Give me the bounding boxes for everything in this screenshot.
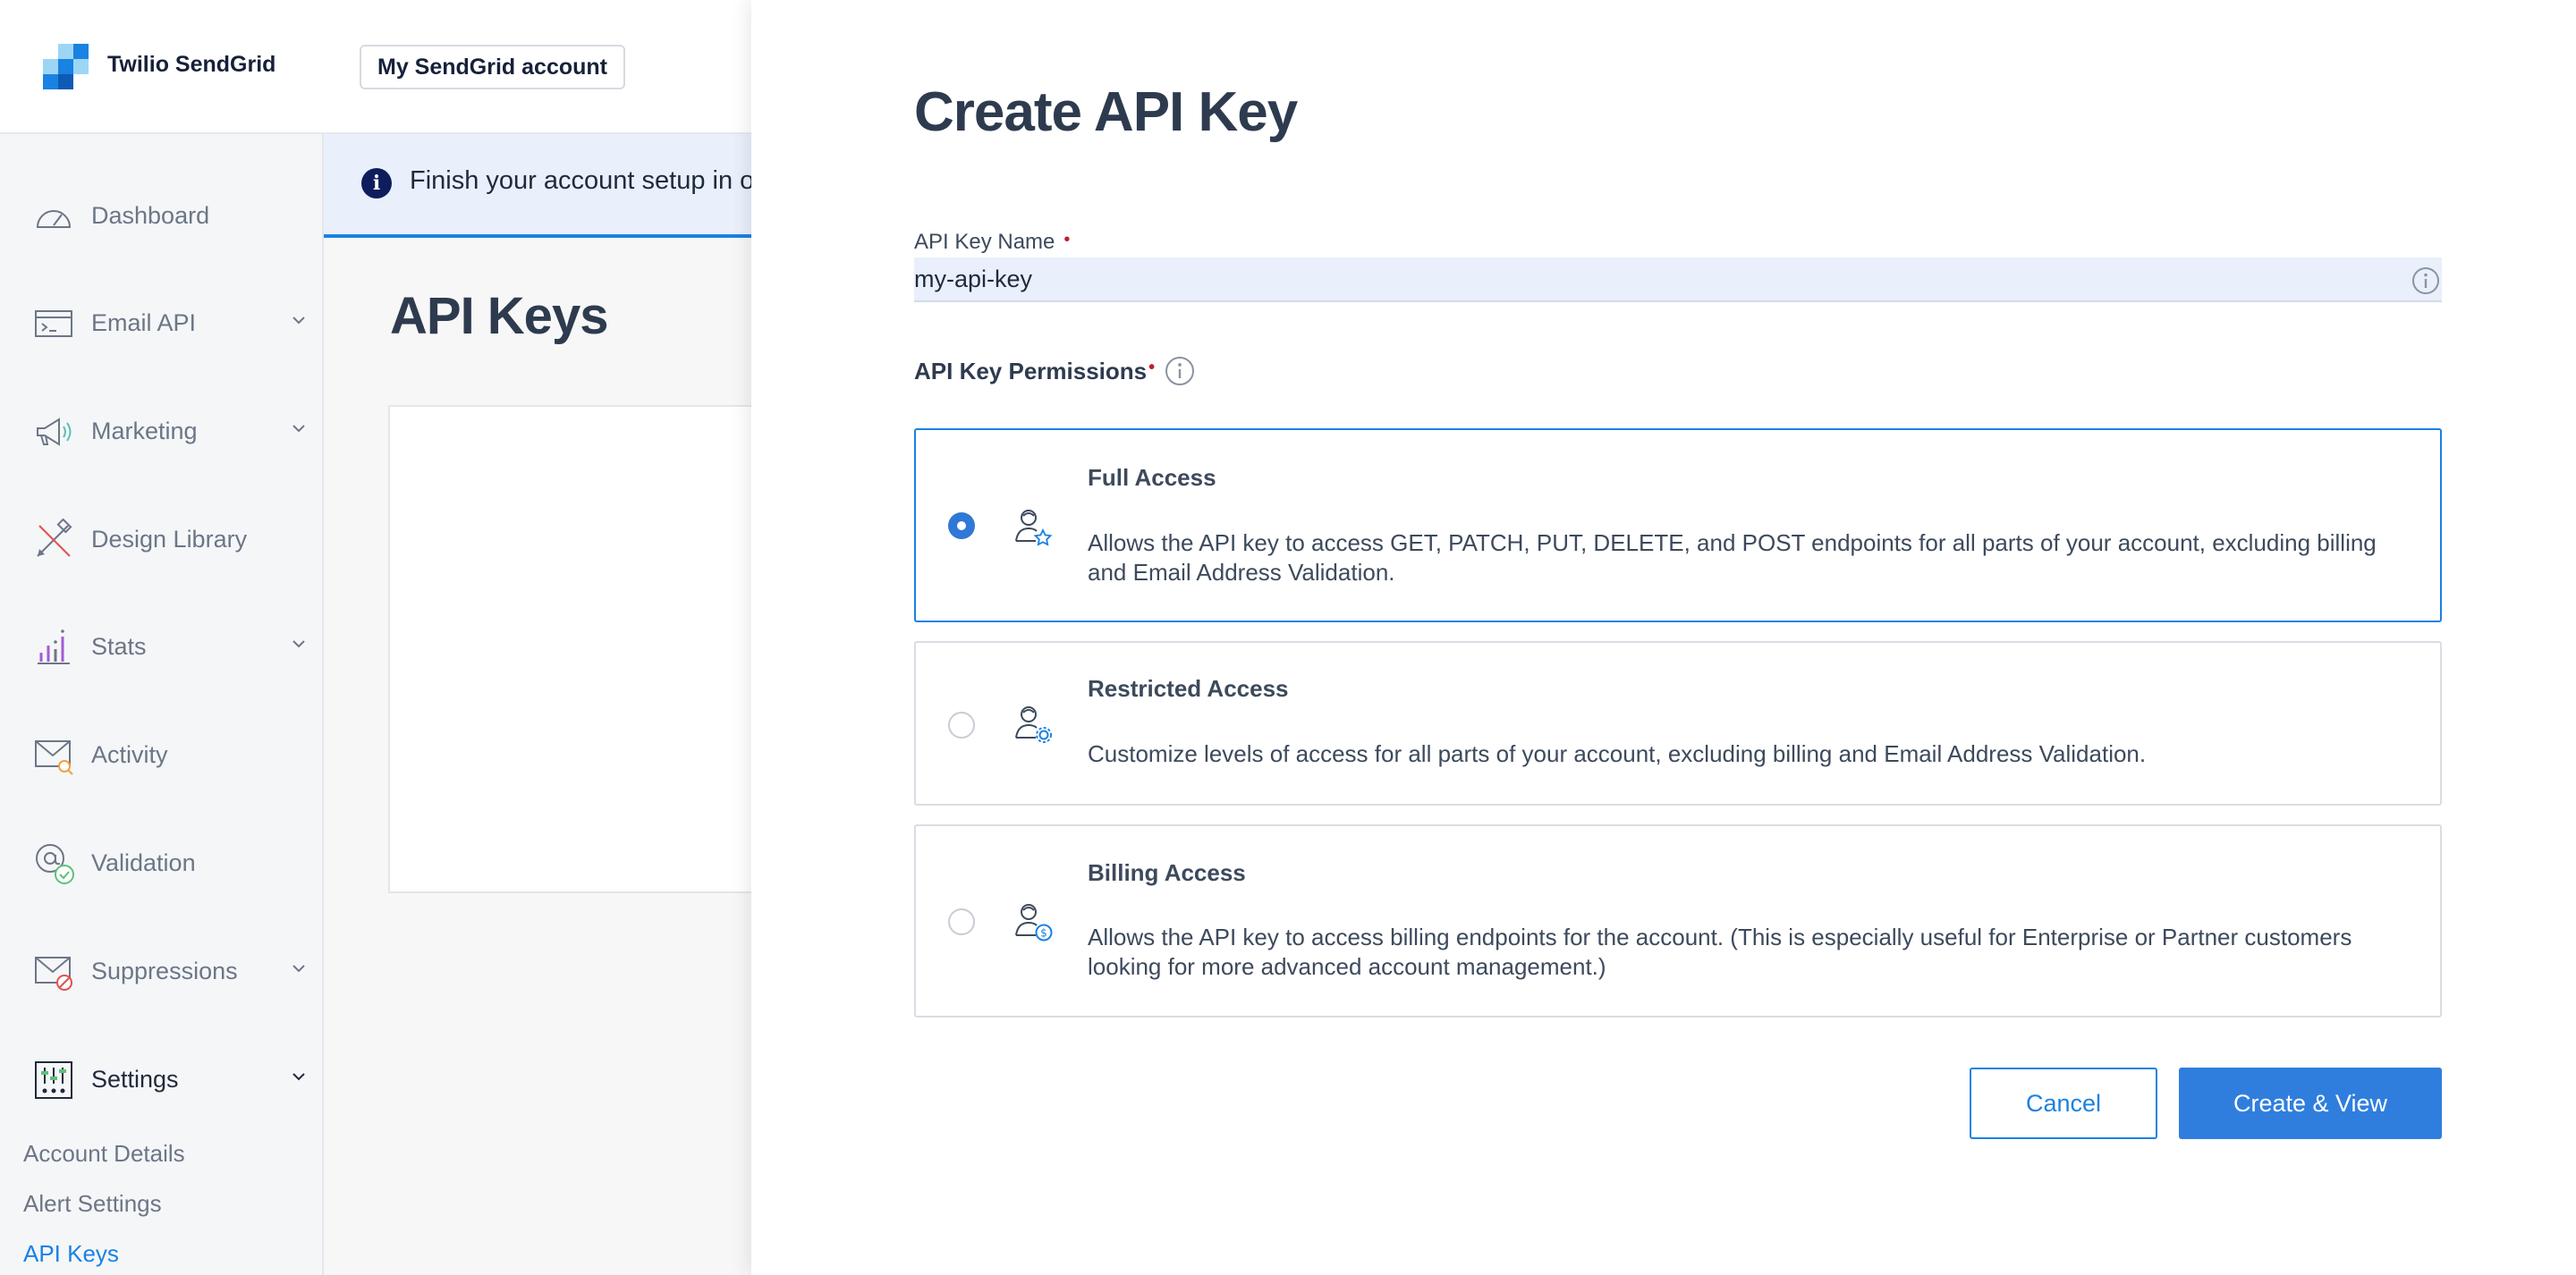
dashboard-gauge-icon [36,210,72,228]
suppressions-envelope-icon [35,957,72,991]
api-key-permissions-label: API Key Permissions • [914,358,1155,385]
api-key-name-label-text: API Key Name [914,230,1055,254]
sidebar-item-settings[interactable]: Settings [0,1048,322,1110]
megaphone-icon [37,418,72,446]
create-api-key-drawer: Create API Key API Key Name • API Key Per… [751,0,2576,1275]
sidebar-item-label: Stats [91,633,147,660]
bar-stats-icon [38,629,70,664]
api-key-name-input[interactable] [914,258,2442,302]
api-key-permissions-label-text: API Key Permissions [914,358,1148,384]
sidebar-subitem-alert-settings[interactable]: Alert Settings [23,1190,162,1218]
svg-text:$: $ [1040,927,1047,940]
sidebar-item-design-library[interactable]: Design Library [0,508,322,570]
sidebar: Dashboard Email API Marketing Design Lib… [0,134,324,1275]
permission-option-billing-access[interactable]: $ Billing Access Allows the API key to a… [914,824,2442,1017]
sidebar-item-marketing[interactable]: Marketing [0,400,322,462]
sidebar-item-label: Design Library [91,526,248,553]
permission-option-full-access[interactable]: Full Access Allows the API key to access… [914,428,2442,622]
restricted-access-radio[interactable] [948,712,975,739]
setup-banner: i Finish your account setup in o [324,134,754,238]
sidebar-item-label: Marketing [91,418,198,444]
settings-sliders-icon [35,1061,72,1099]
option-title: Restricted Access [1088,675,1289,702]
option-title: Billing Access [1088,859,1246,886]
email-api-terminal-icon [35,310,72,337]
sidebar-item-email-api[interactable]: Email API [0,291,322,354]
sidebar-item-label: Email API [91,309,197,336]
brand-name: Twilio SendGrid [107,52,276,77]
info-icon: i [361,168,392,198]
sidebar-item-label: Suppressions [91,958,238,984]
required-marker: • [1063,230,1071,249]
user-dollar-icon: $ [1015,904,1053,941]
account-switcher-button[interactable]: My SendGrid account [360,45,625,89]
option-description: Customize levels of access for all parts… [1088,740,2147,767]
chevron-down-icon[interactable] [290,959,308,977]
sidebar-subitem-api-keys[interactable]: API Keys [23,1240,119,1268]
sidebar-item-label: Validation [91,849,196,876]
permission-option-restricted-access[interactable]: Restricted Access Customize levels of ac… [914,641,2442,806]
api-keys-card [388,405,764,893]
page-title: API Keys [390,287,608,345]
chevron-down-icon[interactable] [290,311,308,329]
sidebar-item-suppressions[interactable]: Suppressions [0,940,322,1002]
user-star-icon [1015,510,1053,546]
validation-at-icon [36,844,74,884]
required-marker: • [1148,358,1156,377]
option-title: Full Access [1088,464,1216,491]
sidebar-item-validation[interactable]: Validation [0,832,322,894]
chevron-down-icon[interactable] [290,635,308,653]
sidebar-item-label: Dashboard [91,202,210,229]
banner-text[interactable]: Finish your account setup in o [410,166,754,196]
top-bar: Twilio SendGrid My SendGrid account [0,0,751,134]
api-key-name-label: API Key Name • [914,230,1070,255]
user-gear-icon [1015,706,1052,743]
info-circle-icon[interactable] [2411,266,2440,295]
billing-access-radio[interactable] [948,908,975,935]
info-circle-icon[interactable] [1165,356,1195,386]
create-and-view-button[interactable]: Create & View [2179,1068,2442,1139]
full-access-radio[interactable] [948,512,975,539]
sidebar-item-dashboard[interactable]: Dashboard [0,184,322,247]
option-description: Allows the API key to access billing end… [1088,924,2352,980]
sidebar-item-stats[interactable]: Stats [0,615,322,678]
design-tools-icon [37,519,72,557]
drawer-title: Create API Key [914,81,1298,143]
chevron-up-icon[interactable] [290,1068,308,1085]
sidebar-subitem-account-details[interactable]: Account Details [23,1140,185,1168]
chevron-down-icon[interactable] [290,419,308,437]
option-description: Allows the API key to access GET, PATCH,… [1088,529,2377,586]
sendgrid-logo-icon[interactable] [43,43,89,89]
cancel-button[interactable]: Cancel [1970,1068,2157,1139]
sidebar-item-activity[interactable]: Activity [0,723,322,786]
sidebar-item-label: Settings [91,1066,179,1093]
activity-envelope-icon [35,740,73,775]
sidebar-item-label: Activity [91,741,168,768]
